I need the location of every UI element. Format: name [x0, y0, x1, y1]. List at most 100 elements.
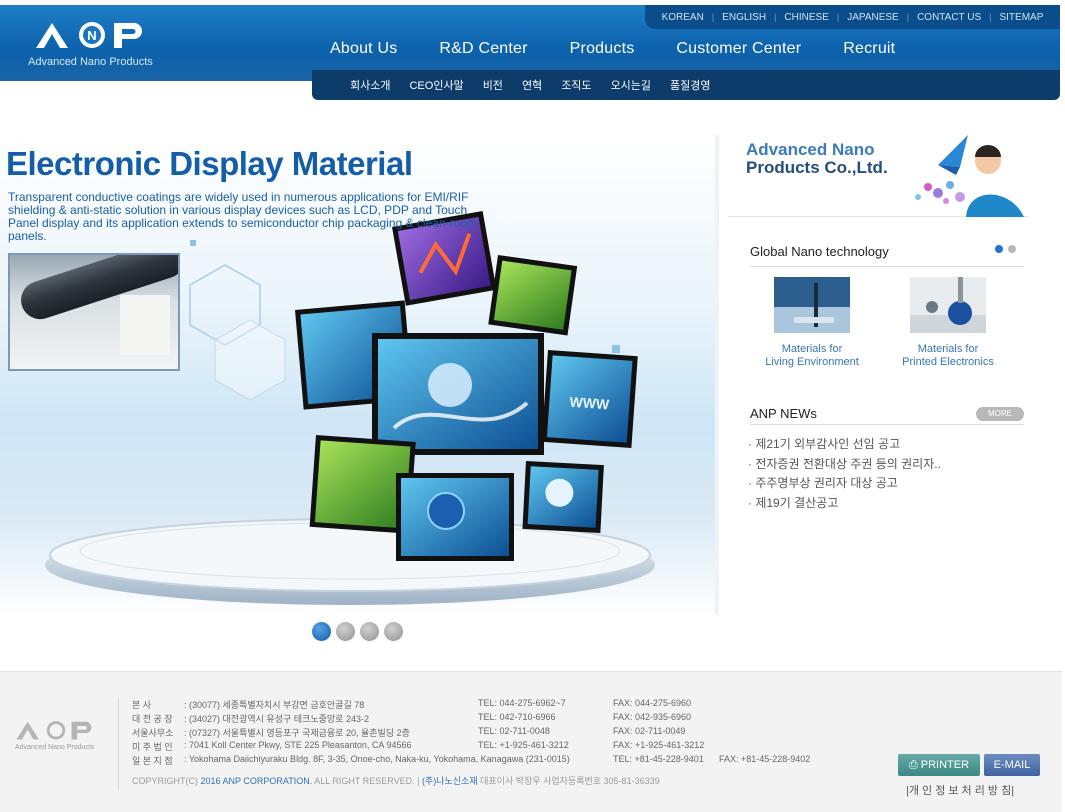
address-label: 서울사무소: [132, 728, 174, 738]
tech-card-1-caption-line2: Living Environment: [765, 356, 859, 368]
subnav-company-intro[interactable]: 회사소개: [350, 77, 390, 93]
tech-card-living-environment[interactable]: Materials for Living Environment: [757, 277, 867, 369]
nav-about-us[interactable]: About Us: [330, 40, 397, 66]
address-tel: TEL: +81-45-228-9401: [613, 754, 704, 764]
address-text: : (34027) 대전광역시 유성구 테크노중앙로 243-2: [184, 714, 369, 724]
tech-carousel-dots: [995, 245, 1016, 253]
util-contact-us[interactable]: CONTACT US: [909, 12, 989, 23]
photo-foam-block: [120, 295, 170, 355]
nav-customer-center[interactable]: Customer Center: [676, 40, 801, 66]
address-tel: TEL: 042-710-6966: [478, 712, 556, 722]
tech-card-2-caption-line1: Materials for: [917, 343, 979, 355]
news-list: · 제21기 외부감사인 선임 공고 · 전자증권 전환대상 주권 등의 권리자…: [748, 435, 1024, 513]
company-banner-line1: Advanced Nano: [746, 140, 875, 159]
util-sitemap[interactable]: SITEMAP: [991, 12, 1051, 23]
tech-card-2-caption: Materials for Printed Electronics: [893, 343, 1003, 369]
util-chinese[interactable]: CHINESE: [776, 12, 836, 23]
subnav-ceo-greeting[interactable]: CEO인사말: [409, 77, 463, 93]
side-column: Advanced Nano Products Co.,Ltd. Global N…: [728, 135, 1028, 535]
slide-dot-1[interactable]: [312, 622, 331, 641]
hero-slide[interactable]: WWW Electronic Display Material Transpar…: [0, 135, 718, 615]
hero-title: Electronic Display Material: [6, 145, 413, 182]
news-section-title: ANP NEWs: [750, 406, 817, 421]
printer-button[interactable]: ⎙ PRINTER: [898, 754, 980, 776]
main-nav: About Us R&D Center Products Customer Ce…: [330, 40, 950, 66]
subnav-history[interactable]: 연혁: [522, 77, 542, 93]
tech-dot-1[interactable]: [995, 245, 1003, 253]
utility-nav: KOREAN | ENGLISH | CHINESE | JAPANESE | CONT…: [645, 5, 1060, 29]
copyright-suffix: ALL RIGHT RESERVED. |: [312, 776, 422, 786]
address-fax: FAX: +1-925-461-3212: [613, 740, 705, 750]
company-name-kr: (주)나노신소재: [421, 776, 478, 786]
screen-www-text: WWW: [569, 394, 610, 413]
email-button[interactable]: E-MAIL: [984, 754, 1040, 776]
news-section-header: ANP NEWs MORE: [750, 405, 1024, 425]
address-text: : Yokohama Daiichiyuraku Bldg. 8F, 3-35,…: [184, 754, 570, 764]
company-banner-text: Advanced Nano Products Co.,Ltd.: [746, 141, 888, 177]
address-fax: FAX: 044-275-6960: [613, 698, 692, 708]
slide-dot-2[interactable]: [336, 622, 355, 641]
company-banner-line2: Products Co.,Ltd.: [746, 158, 888, 177]
sub-nav: 회사소개 CEO인사말 비전 연혁 조직도 오시는길 품질경영: [312, 70, 1060, 100]
printed-electronics-thumbnail: [910, 277, 986, 333]
util-japanese[interactable]: JAPANESE: [839, 12, 907, 23]
anp-logo-icon: N: [36, 22, 142, 48]
privacy-policy-link[interactable]: |개 인 정 보 처 리 방 침|: [906, 782, 1014, 798]
address-fax: FAX: 042-935-6960: [613, 712, 692, 722]
slide-dot-3[interactable]: [360, 622, 379, 641]
slide-dot-4[interactable]: [384, 622, 403, 641]
tech-card-2-caption-line2: Printed Electronics: [902, 356, 994, 368]
address-fax: FAX: +81-45-228-9402: [719, 754, 811, 764]
address-tel: TEL: 044-275-6962~7: [478, 698, 566, 708]
ceo-registration: 대표이사 박장우 사업자등록번호 305-81-36339: [477, 776, 660, 786]
subnav-quality[interactable]: 품질경영: [670, 77, 710, 93]
subnav-directions[interactable]: 오시는길: [611, 77, 651, 93]
logo-tagline: Advanced Nano Products: [28, 56, 153, 68]
news-item[interactable]: · 전자증권 전환대상 주권 등의 권리자..: [748, 455, 1024, 475]
news-more-button[interactable]: MORE: [976, 407, 1024, 421]
nav-rd-center[interactable]: R&D Center: [439, 40, 527, 66]
printer-icon: ⎙: [908, 759, 921, 771]
company-banner[interactable]: Advanced Nano Products Co.,Ltd.: [728, 135, 1028, 217]
tech-card-printed-electronics[interactable]: Materials for Printed Electronics: [893, 277, 1003, 369]
tech-card-1-caption-line1: Materials for: [781, 343, 843, 355]
subnav-vision[interactable]: 비전: [483, 77, 503, 93]
address-text: : (07327) 서울특별시 영등포구 국제금융로 20, 율촌빌딩 2층: [184, 728, 410, 738]
copyright-prefix: COPYRIGHT(C): [132, 776, 201, 786]
news-item[interactable]: · 주주명부상 권리자 대상 공고: [748, 474, 1024, 494]
address-label: 일 본 지 점: [132, 756, 173, 766]
tech-section-title: Global Nano technology: [750, 244, 889, 259]
news-item[interactable]: · 제21기 외부감사인 선임 공고: [748, 435, 1024, 455]
footer-logo-tagline: Advanced Nano Products: [15, 744, 95, 751]
tech-dot-2[interactable]: [1008, 245, 1016, 253]
svg-text:N: N: [87, 28, 96, 43]
address-label: 대 전 공 장: [132, 714, 173, 724]
util-korean[interactable]: KOREAN: [654, 12, 712, 23]
site-logo[interactable]: N Advanced Nano Products: [28, 20, 168, 70]
footer-anp-logo-icon: [16, 721, 92, 740]
printer-button-label: PRINTER: [920, 759, 970, 771]
util-english[interactable]: ENGLISH: [714, 12, 774, 23]
hero-slider-dots: [312, 622, 403, 641]
address-tel: TEL: +1-925-461-3212: [478, 740, 569, 750]
address-label: 본 사: [132, 700, 152, 710]
news-item[interactable]: · 제19기 결산공고: [748, 494, 1024, 514]
boy-paper-plane-illustration: [915, 135, 1024, 217]
address-tel: TEL: 02-711-0048: [478, 726, 550, 736]
tech-section-header: Global Nano technology: [750, 243, 1024, 267]
tech-card-1-caption: Materials for Living Environment: [757, 343, 867, 369]
address-text: : (30077) 세종특별자치시 부강면 금호안골길 78: [184, 700, 365, 710]
address-text: : 7041 Koll Center Pkwy, STE 225 Pleasan…: [184, 740, 412, 750]
site-header: N Advanced Nano Products KOREAN | ENGLISH…: [0, 0, 1065, 103]
address-fax: FAX: 02-711-0049: [613, 726, 686, 736]
living-environment-thumbnail: [774, 277, 850, 333]
site-footer: Advanced Nano Products 본 사 : (30077) 세종특…: [0, 671, 1062, 812]
subnav-organization[interactable]: 조직도: [561, 77, 591, 93]
footer-divider: [118, 698, 119, 790]
address-label: 미 주 법 인: [132, 742, 173, 752]
copyright-brand: 2016 ANP CORPORATION.: [200, 776, 313, 786]
nav-products[interactable]: Products: [570, 40, 635, 66]
nav-recruit[interactable]: Recruit: [843, 40, 895, 66]
hero-product-photo: [8, 253, 180, 371]
hero-description: Transparent conductive coatings are wide…: [8, 190, 477, 243]
